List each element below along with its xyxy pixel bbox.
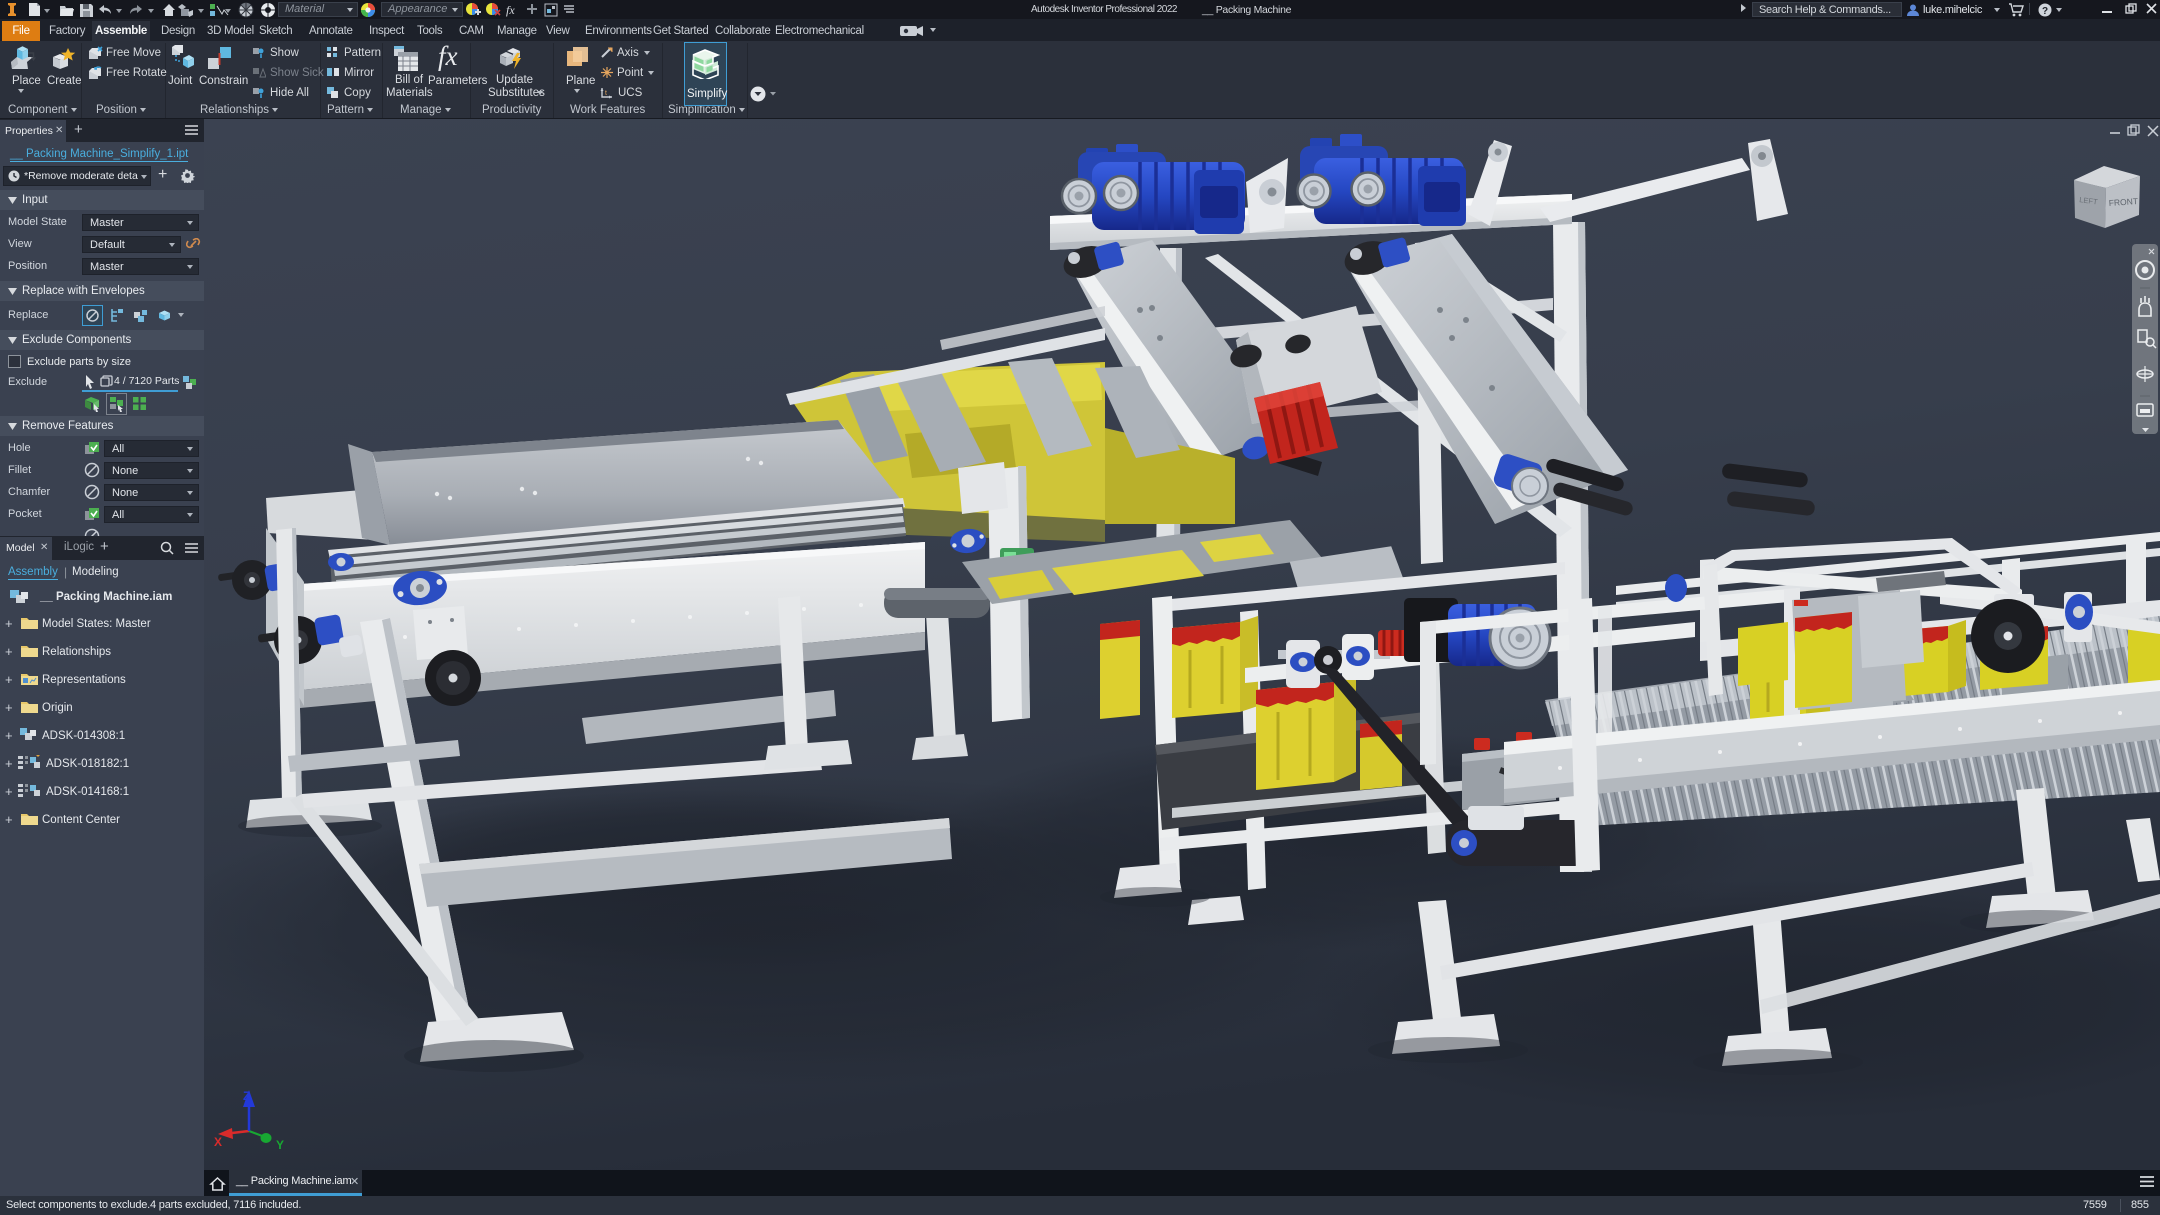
svg-text:t: t — [605, 90, 607, 97]
svg-text:X: X — [214, 1135, 222, 1149]
svg-text:FRONT: FRONT — [2108, 196, 2138, 208]
svg-text:fx: fx — [506, 3, 515, 17]
svg-text:Z: Z — [243, 1089, 250, 1103]
svg-text:?: ? — [2042, 6, 2048, 17]
svg-text:Y: Y — [276, 1138, 284, 1152]
